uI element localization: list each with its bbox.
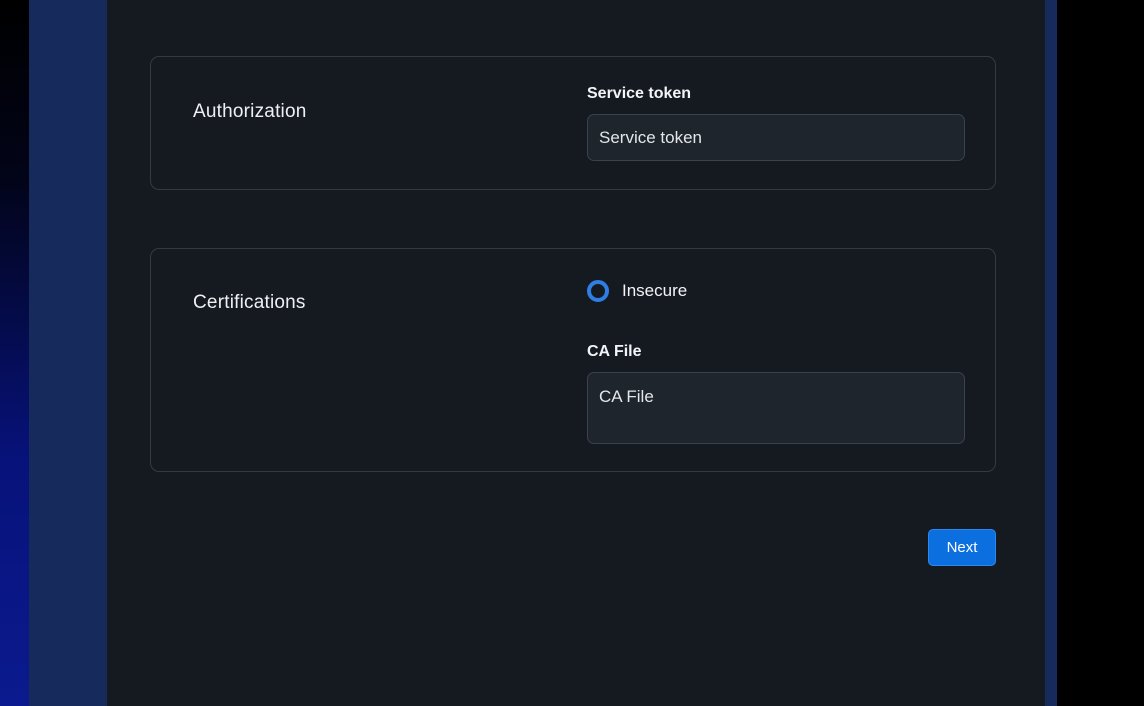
right-black-edge [1057,0,1144,706]
certifications-title: Certifications [193,292,306,313]
insecure-option[interactable]: Insecure [587,277,687,305]
left-gradient-edge [0,0,29,706]
insecure-label: Insecure [622,281,688,300]
authorization-title: Authorization [193,101,307,122]
service-token-label: Service token [587,85,692,102]
left-frame-border [29,0,107,706]
insecure-radio[interactable] [587,280,609,302]
next-button[interactable]: Next [928,529,996,566]
certifications-card: Certifications Insecure CA File [150,248,996,472]
service-token-input[interactable] [587,114,965,161]
authorization-card: Authorization Service token [150,56,996,190]
ca-file-input[interactable] [587,372,965,444]
ca-file-label: CA File [587,343,642,360]
right-frame-border [1045,0,1057,706]
